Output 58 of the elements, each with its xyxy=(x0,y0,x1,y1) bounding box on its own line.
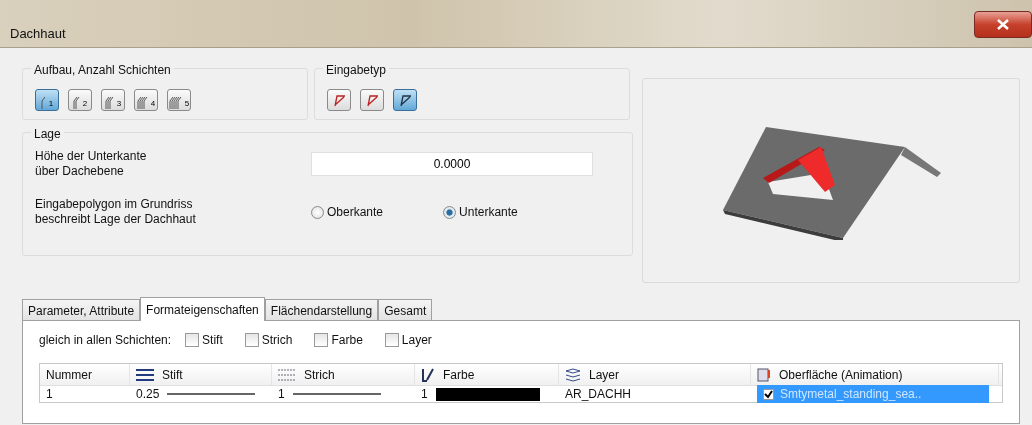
brush-icon xyxy=(421,367,435,382)
checkbox-option[interactable]: Layer xyxy=(384,331,432,349)
polygon-label: Eingabepolygon im Grundriss beschreibt Lage der Dachhaut xyxy=(35,197,197,227)
checkbox-option[interactable]: Stift xyxy=(185,331,223,349)
line-weight-icon xyxy=(136,368,154,381)
line-style-icon xyxy=(278,368,296,381)
checkbox-label: Stift xyxy=(202,332,223,349)
polygon-edge-icon xyxy=(332,93,346,107)
same-in-all-label: gleich in allen Schichten: xyxy=(39,332,172,349)
radio-option[interactable]: Unterkante xyxy=(443,203,518,221)
table-cell-text: 1 xyxy=(421,386,428,403)
checkbox[interactable] xyxy=(384,333,399,347)
table-cell-text: 0.25 xyxy=(136,386,160,403)
column-header[interactable]: Strich xyxy=(304,365,335,384)
checkbox[interactable] xyxy=(763,388,774,400)
radio-button[interactable] xyxy=(311,205,324,219)
layer-count-button[interactable]: 5 xyxy=(167,89,191,111)
checkbox[interactable] xyxy=(185,333,200,347)
column-header[interactable]: Nummer xyxy=(46,365,92,384)
column-header[interactable]: Layer xyxy=(589,365,620,384)
table-cell-text: 1 xyxy=(46,386,53,403)
window-title: Dachhaut xyxy=(10,25,66,43)
surface-icon xyxy=(757,367,771,382)
layers-stack-icon xyxy=(565,367,581,382)
polygon-edge-icon xyxy=(398,93,412,107)
polygon-edge-icon xyxy=(365,93,379,107)
input-type-button[interactable] xyxy=(327,89,351,111)
layer-count-button[interactable]: 1 xyxy=(35,89,59,111)
column-header[interactable]: Stift xyxy=(162,365,183,384)
close-button[interactable] xyxy=(974,11,1032,38)
tab[interactable]: Formateigenschaften xyxy=(140,297,265,321)
input-type-button[interactable] xyxy=(360,89,384,111)
column-header[interactable]: Oberfläche (Animation) xyxy=(779,365,903,384)
surface-name: Smtymetal_standing_sea.. xyxy=(780,386,922,403)
layer-count-button[interactable]: 2 xyxy=(68,89,92,111)
height-field[interactable]: 0.0000 xyxy=(311,152,593,176)
height-label: Höhe der Unterkante über Dachebene xyxy=(35,149,148,179)
close-icon xyxy=(997,19,1009,30)
layer-count-button[interactable]: 3 xyxy=(101,89,125,111)
layer-count-button[interactable]: 4 xyxy=(134,89,158,111)
table-cell-text: 1 xyxy=(278,386,285,403)
checkbox-label: Layer xyxy=(401,332,432,349)
checkbox[interactable] xyxy=(244,333,259,347)
checkbox-option[interactable]: Farbe xyxy=(314,331,363,349)
input-type-button[interactable] xyxy=(393,89,417,111)
tab[interactable]: Parameter, Attribute xyxy=(22,299,141,320)
radio-label: Unterkante xyxy=(459,204,518,221)
tab[interactable]: Flächendarstellung xyxy=(264,299,379,320)
column-header[interactable]: Farbe xyxy=(443,365,475,384)
checkbox-label: Farbe xyxy=(331,332,363,349)
radio-label: Oberkante xyxy=(327,204,384,221)
radio-button[interactable] xyxy=(443,205,457,219)
table-cell-text: AR_DACHH xyxy=(565,386,631,403)
checkbox-option[interactable]: Strich xyxy=(244,331,293,349)
checkbox[interactable] xyxy=(314,333,329,347)
tab[interactable]: Gesamt xyxy=(378,299,433,320)
radio-option[interactable]: Oberkante xyxy=(311,203,384,221)
checkbox-label: Strich xyxy=(261,332,293,349)
